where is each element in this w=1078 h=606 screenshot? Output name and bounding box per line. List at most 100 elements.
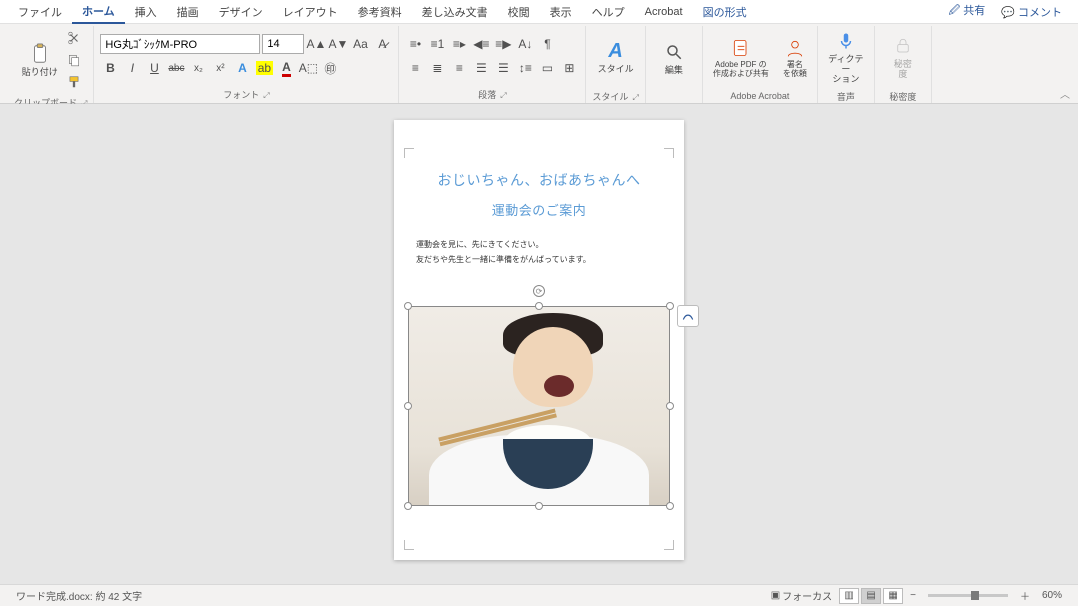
- menu-draw[interactable]: 描画: [167, 1, 209, 23]
- doc-body-line[interactable]: 運動会を見に、先にきてください。: [416, 237, 662, 252]
- numbering-button[interactable]: ≡1: [427, 34, 447, 54]
- dictate-button[interactable]: ディクテー ション: [824, 28, 868, 86]
- resize-handle[interactable]: [666, 402, 674, 410]
- superscript-button[interactable]: x²: [210, 58, 230, 78]
- inserted-picture[interactable]: ⟳: [408, 306, 670, 506]
- layout-options-icon: [681, 309, 695, 323]
- show-marks-button[interactable]: ¶: [537, 34, 557, 54]
- bullets-button[interactable]: ≡•: [405, 34, 425, 54]
- borders-button[interactable]: ⊞: [559, 58, 579, 78]
- zoom-out-button[interactable]: −: [904, 590, 922, 601]
- menu-mailings[interactable]: 差し込み文書: [412, 1, 498, 23]
- align-right-button[interactable]: ≡: [449, 58, 469, 78]
- distributed-button[interactable]: ☰: [493, 58, 513, 78]
- menu-file[interactable]: ファイル: [8, 1, 72, 23]
- ribbon-group-font: A▲ A▼ Aa A̷ B I U abc x₂ x² A ab A A⬚ ㊞: [94, 26, 399, 103]
- paste-button[interactable]: 貼り付け: [18, 31, 62, 89]
- zoom-in-button[interactable]: ＋: [1014, 588, 1036, 603]
- paragraph-group-label: 段落: [478, 90, 496, 100]
- menu-review[interactable]: 校閲: [498, 1, 540, 23]
- editing-button[interactable]: 編集: [652, 29, 696, 87]
- bold-button[interactable]: B: [100, 58, 120, 78]
- collapse-ribbon-button[interactable]: ︿: [1060, 86, 1070, 101]
- resize-handle[interactable]: [666, 302, 674, 310]
- align-left-button[interactable]: ≡: [405, 58, 425, 78]
- line-spacing-button[interactable]: ↕≡: [515, 58, 535, 78]
- change-case-button[interactable]: Aa: [350, 34, 370, 54]
- font-color-button[interactable]: A: [276, 58, 296, 78]
- clear-formatting-button[interactable]: A̷: [372, 34, 392, 54]
- increase-font-button[interactable]: A▲: [306, 34, 326, 54]
- decrease-font-button[interactable]: A▼: [328, 34, 348, 54]
- request-sign-button[interactable]: 署名 を依頼: [779, 35, 811, 81]
- highlight-button[interactable]: ab: [254, 58, 274, 78]
- comments-button[interactable]: 💬 コメント: [993, 2, 1070, 22]
- resize-handle[interactable]: [535, 302, 543, 310]
- italic-button[interactable]: I: [122, 58, 142, 78]
- lock-icon: [891, 34, 915, 58]
- styles-group-label: スタイル: [592, 92, 628, 102]
- styles-dialog-launcher[interactable]: ⤢: [632, 93, 638, 102]
- view-read-button[interactable]: ▥: [839, 588, 859, 604]
- create-pdf-button[interactable]: Adobe PDF の 作成および共有: [709, 35, 773, 81]
- menu-view[interactable]: 表示: [540, 1, 582, 23]
- ribbon-group-secrecy: 秘密 度 秘密度: [875, 26, 932, 103]
- cut-button[interactable]: [64, 28, 84, 48]
- menu-insert[interactable]: 挿入: [125, 1, 167, 23]
- microphone-icon: [834, 29, 858, 53]
- resize-handle[interactable]: [404, 402, 412, 410]
- menu-help[interactable]: ヘルプ: [582, 1, 635, 23]
- rotate-handle[interactable]: ⟳: [533, 285, 545, 297]
- sign-label: 署名 を依頼: [783, 61, 807, 79]
- resize-handle[interactable]: [666, 502, 674, 510]
- font-family-select[interactable]: [100, 34, 260, 54]
- voice-group-label: 音声: [837, 88, 855, 105]
- menu-picture-format[interactable]: 図の形式: [693, 1, 757, 23]
- shading-button[interactable]: ▭: [537, 58, 557, 78]
- multilevel-list-button[interactable]: ≡▸: [449, 34, 469, 54]
- char-shading-button[interactable]: A⬚: [298, 58, 318, 78]
- sort-button[interactable]: A↓: [515, 34, 535, 54]
- ribbon: 貼り付け クリップボード⤢ A▲ A▼ Aa A̷: [0, 24, 1078, 104]
- decrease-indent-button[interactable]: ◀≡: [471, 34, 491, 54]
- resize-handle[interactable]: [404, 502, 412, 510]
- margin-corner: [404, 148, 414, 158]
- document-page[interactable]: おじいちゃん、おばあちゃんへ 運動会のご案内 運動会を見に、先にきてください。 …: [394, 120, 684, 560]
- enclose-char-button[interactable]: ㊞: [320, 58, 340, 78]
- styles-button[interactable]: A スタイル: [594, 28, 638, 86]
- doc-heading-1[interactable]: おじいちゃん、おばあちゃんへ: [416, 170, 662, 190]
- focus-mode-button[interactable]: ▣ フォーカス: [765, 588, 838, 603]
- paragraph-dialog-launcher[interactable]: ⤢: [500, 91, 506, 100]
- format-painter-button[interactable]: [64, 72, 84, 92]
- editing-label: 編集: [665, 66, 683, 76]
- text-effects-button[interactable]: A: [232, 58, 252, 78]
- document-canvas[interactable]: おじいちゃん、おばあちゃんへ 運動会のご案内 運動会を見に、先にきてください。 …: [0, 104, 1078, 584]
- doc-body-line[interactable]: 友だちや先生と一緒に準備をがんばっています。: [416, 252, 662, 267]
- styles-label: スタイル: [598, 65, 634, 75]
- justify-button[interactable]: ☰: [471, 58, 491, 78]
- font-size-select[interactable]: [262, 34, 304, 54]
- menu-home[interactable]: ホーム: [72, 0, 125, 24]
- resize-handle[interactable]: [535, 502, 543, 510]
- resize-handle[interactable]: [404, 302, 412, 310]
- doc-heading-2[interactable]: 運動会のご案内: [416, 200, 662, 219]
- zoom-slider-thumb[interactable]: [971, 591, 979, 600]
- layout-options-button[interactable]: [677, 305, 699, 327]
- zoom-slider[interactable]: [928, 594, 1008, 597]
- font-dialog-launcher[interactable]: ⤢: [263, 91, 269, 100]
- view-print-button[interactable]: ▤: [861, 588, 881, 604]
- zoom-level[interactable]: 60%: [1036, 590, 1068, 601]
- view-web-button[interactable]: ▦: [883, 588, 903, 604]
- menu-design[interactable]: デザイン: [209, 1, 273, 23]
- menu-layout[interactable]: レイアウト: [273, 1, 348, 23]
- underline-button[interactable]: U: [144, 58, 164, 78]
- align-center-button[interactable]: ≣: [427, 58, 447, 78]
- menu-acrobat[interactable]: Acrobat: [635, 3, 693, 21]
- increase-indent-button[interactable]: ≡▶: [493, 34, 513, 54]
- copy-button[interactable]: [64, 50, 84, 70]
- strikethrough-button[interactable]: abc: [166, 58, 186, 78]
- subscript-button[interactable]: x₂: [188, 58, 208, 78]
- secrecy-button[interactable]: 秘密 度: [881, 28, 925, 86]
- menu-references[interactable]: 参考資料: [348, 1, 412, 23]
- share-button[interactable]: 🖉 共有: [940, 0, 993, 23]
